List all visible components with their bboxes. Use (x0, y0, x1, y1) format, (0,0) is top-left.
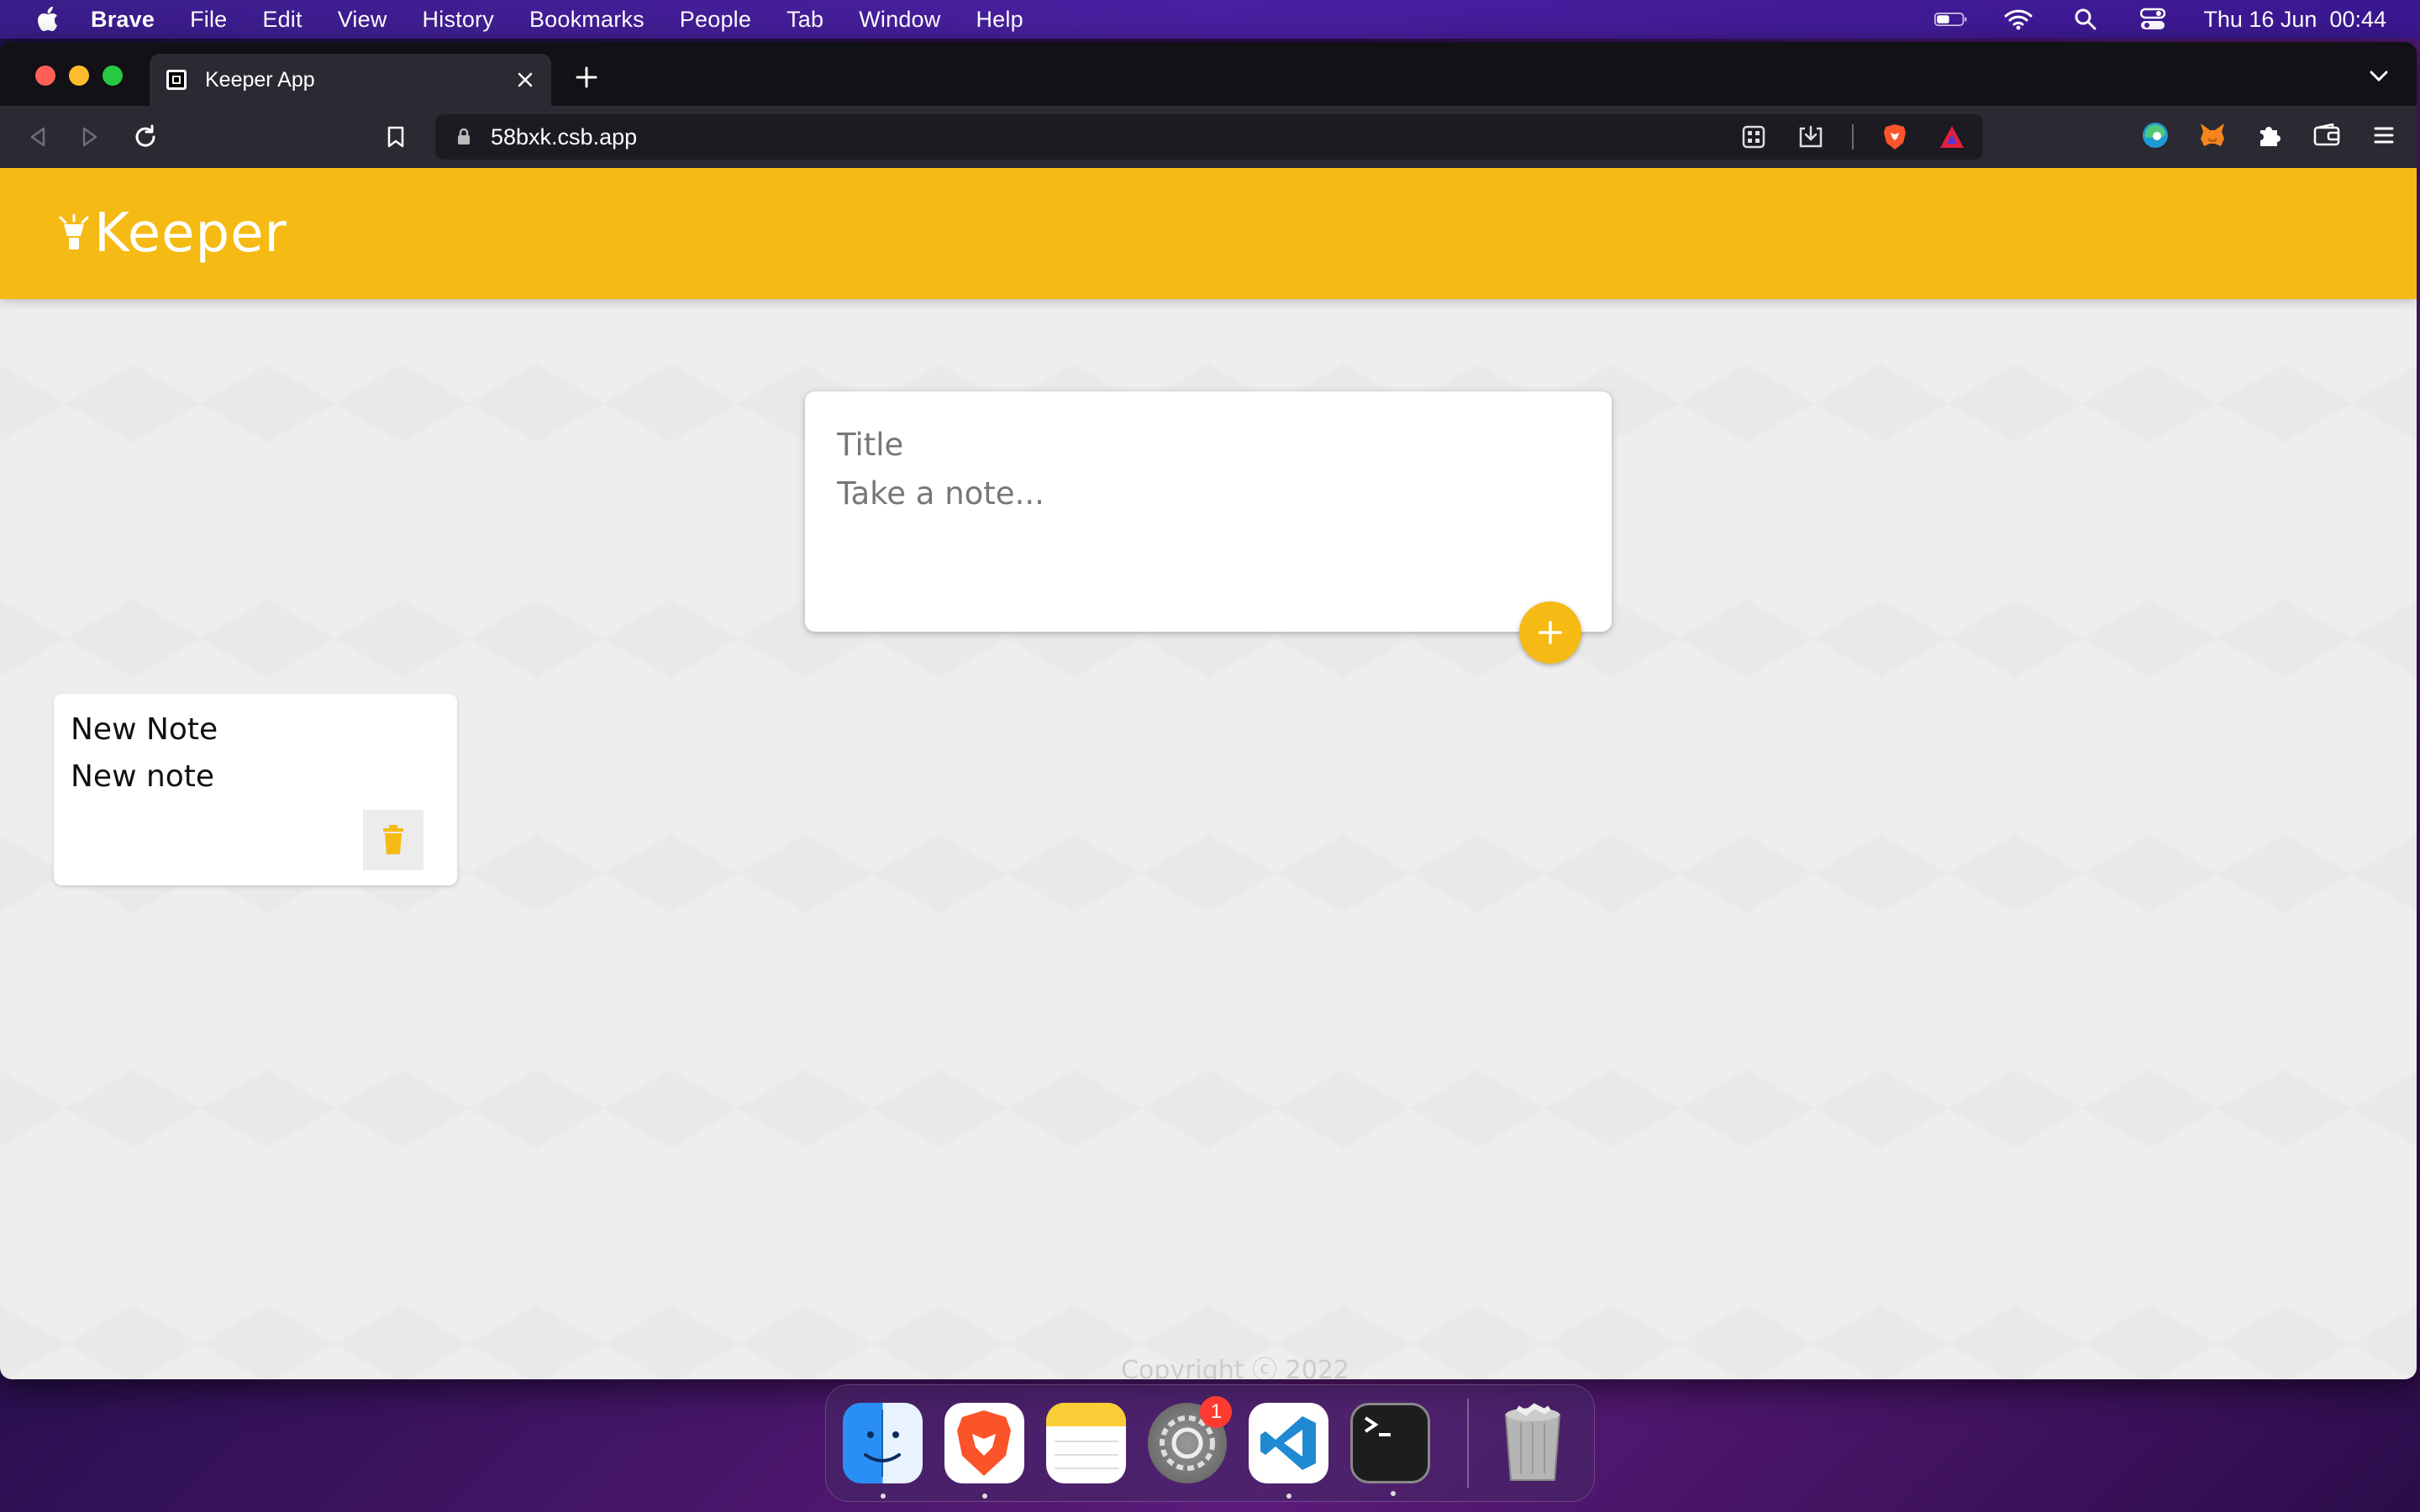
menu-edit[interactable]: Edit (262, 7, 302, 33)
battery-icon[interactable] (1934, 8, 1968, 31)
window-zoom-button[interactable] (103, 66, 123, 86)
tab-bar: Keeper App (0, 42, 2417, 106)
note-title: New Note (71, 712, 218, 747)
keeper-page: Keeper New Note New note Copyright ⓒ 202… (0, 168, 2417, 1379)
apple-icon[interactable] (32, 4, 62, 34)
control-center-icon[interactable] (2136, 8, 2170, 31)
menu-app-name[interactable]: Brave (91, 7, 155, 33)
running-indicator (1391, 1491, 1397, 1496)
brave-shields-icon[interactable] (1879, 121, 1911, 153)
tab-title: Keeper App (205, 67, 315, 92)
note-content-input[interactable] (837, 475, 1576, 576)
edge-extension-icon[interactable] (2139, 119, 2171, 151)
window-close-button[interactable] (35, 66, 55, 86)
notification-badge: 1 (1200, 1396, 1233, 1428)
menu-help[interactable]: Help (976, 7, 1023, 33)
tab-list-chevron-icon[interactable] (2366, 64, 2391, 89)
wifi-icon[interactable] (2002, 8, 2035, 31)
create-note-form (805, 391, 1612, 632)
menu-history[interactable]: History (423, 7, 494, 33)
qr-code-icon[interactable] (1738, 121, 1770, 153)
window-minimize-button[interactable] (69, 66, 89, 86)
finder-icon[interactable] (843, 1403, 923, 1499)
running-indicator (881, 1494, 886, 1499)
note-title-input[interactable] (837, 423, 1576, 465)
macos-menu-bar: Brave File Edit View History Bookmarks P… (0, 0, 2420, 39)
menu-people[interactable]: People (680, 7, 751, 33)
menubar-clock[interactable]: Thu 16 Jun 00:44 (2203, 7, 2386, 33)
menu-bookmarks[interactable]: Bookmarks (529, 7, 644, 33)
system-preferences-icon[interactable]: 1 (1147, 1396, 1233, 1483)
metamask-icon[interactable] (2196, 119, 2228, 151)
download-icon[interactable] (1795, 121, 1827, 153)
address-bar-divider (1852, 124, 1854, 150)
extensions-icon[interactable] (2254, 119, 2286, 151)
browser-toolbar: 58bxk.csb.app (0, 106, 2417, 168)
running-indicator (981, 1494, 987, 1499)
vscode-icon[interactable] (1249, 1403, 1329, 1499)
menu-view[interactable]: View (338, 7, 387, 33)
back-icon[interactable] (22, 121, 54, 153)
dock-divider (1467, 1399, 1470, 1488)
brave-browser-icon[interactable] (944, 1403, 1024, 1499)
forward-icon[interactable] (74, 121, 106, 153)
reload-icon[interactable] (129, 121, 161, 153)
terminal-icon[interactable] (1350, 1403, 1431, 1496)
note-content: New note (71, 759, 215, 794)
url-text[interactable]: 58bxk.csb.app (491, 124, 637, 150)
tab-close-icon[interactable] (513, 67, 538, 92)
delete-note-button[interactable] (363, 810, 424, 870)
bookmark-icon[interactable] (380, 121, 412, 153)
plus-icon (1539, 621, 1562, 644)
menu-icon[interactable] (2368, 119, 2400, 151)
browser-window: Keeper App 58bxk.csb.app Keeper Title Ta… (0, 42, 2417, 1379)
app-title: Keeper (94, 202, 287, 265)
wallet-icon[interactable] (2311, 119, 2343, 151)
menu-file[interactable]: File (190, 7, 227, 33)
lightbulb-icon (59, 214, 89, 249)
running-indicator (1286, 1494, 1292, 1499)
spotlight-search-icon[interactable] (2069, 8, 2102, 31)
note-card: New Note New note (54, 694, 457, 885)
macos-dock: 1 (825, 1384, 1595, 1502)
trash-icon[interactable] (1492, 1403, 1572, 1483)
menu-window[interactable]: Window (859, 7, 940, 33)
app-logo: Keeper (59, 202, 287, 265)
menu-tab[interactable]: Tab (786, 7, 823, 33)
tab-keeper-app[interactable]: Keeper App (150, 54, 551, 106)
codesandbox-favicon-icon (166, 70, 187, 90)
page-footer: Copyright ⓒ 2022 (1120, 1356, 1349, 1379)
add-note-button[interactable] (1519, 601, 1581, 664)
new-tab-icon[interactable] (571, 62, 602, 92)
brave-rewards-icon[interactable] (1936, 121, 1968, 153)
address-bar[interactable]: 58bxk.csb.app (435, 114, 1983, 160)
trash-icon (383, 825, 403, 854)
lock-icon[interactable] (454, 127, 474, 147)
notes-icon[interactable] (1045, 1403, 1126, 1483)
app-header: Keeper (0, 168, 2417, 299)
